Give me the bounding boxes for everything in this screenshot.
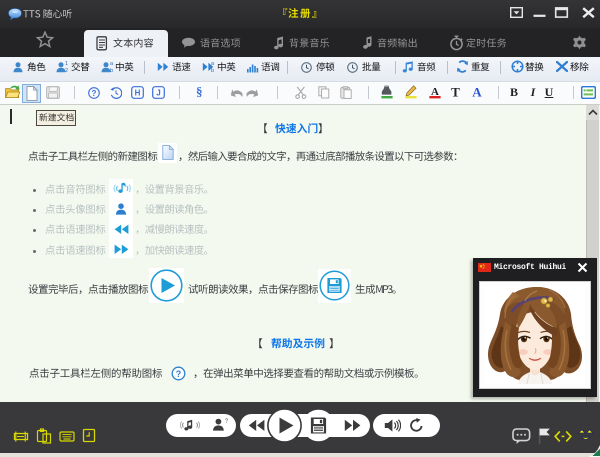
svg-text:1: 1 [65,61,68,67]
svg-text:a: a [211,61,215,67]
svg-text:?: ? [176,369,182,379]
svg-text:b: b [110,68,113,73]
svg-text:J: J [156,89,160,98]
svg-text:a: a [110,61,114,67]
svg-text:H: H [135,89,141,98]
svg-text:2: 2 [65,68,68,73]
svg-text:T: T [451,85,460,99]
svg-text:?: ? [92,89,97,98]
svg-text:A: A [472,85,482,99]
svg-text:b: b [211,68,214,73]
svg-text:?: ? [225,418,228,424]
